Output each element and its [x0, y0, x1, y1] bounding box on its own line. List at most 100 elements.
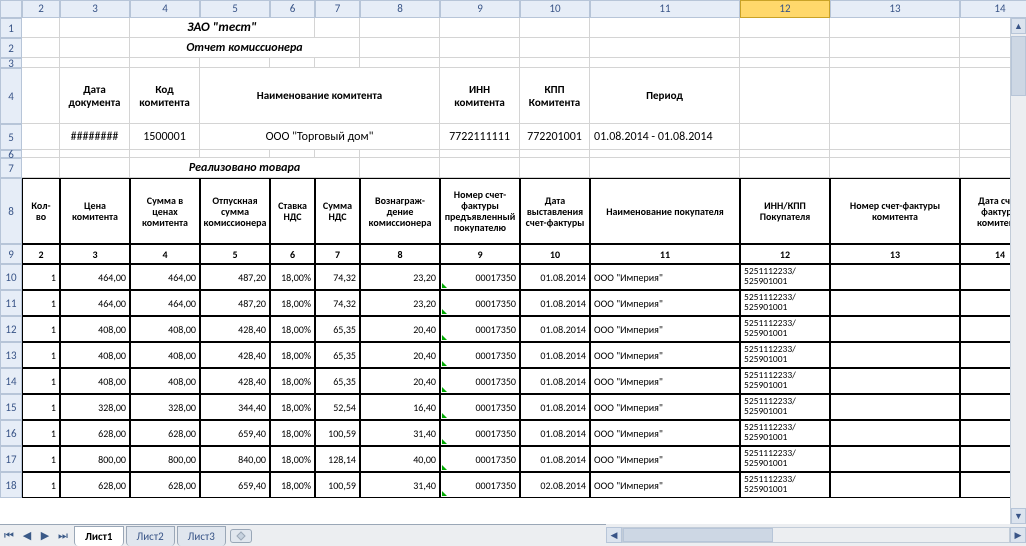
- row-header[interactable]: 14: [0, 368, 22, 394]
- cell-buyer-inn[interactable]: 5251112233/ 525901001: [740, 264, 830, 290]
- cell-price[interactable]: 408,00: [60, 342, 130, 368]
- column-header[interactable]: 8: [360, 0, 440, 18]
- cell-sf-kom-num[interactable]: [830, 394, 960, 420]
- cell-sum[interactable]: 628,00: [130, 420, 200, 446]
- row-header[interactable]: 11: [0, 290, 22, 316]
- cell-buyer[interactable]: ООО "Империя": [590, 394, 740, 420]
- cell-sf-date[interactable]: 01.08.2014: [520, 342, 590, 368]
- cell-buyer[interactable]: ООО "Империя": [590, 290, 740, 316]
- cell-sf-num[interactable]: 00017350: [440, 420, 520, 446]
- cell-vat-rate[interactable]: 18,00%: [270, 420, 315, 446]
- cell-sf-date[interactable]: 01.08.2014: [520, 316, 590, 342]
- cell-qty[interactable]: 1: [22, 394, 60, 420]
- cell-reward[interactable]: 16,40: [360, 394, 440, 420]
- cell-sum[interactable]: 628,00: [130, 472, 200, 498]
- cell-price[interactable]: 408,00: [60, 368, 130, 394]
- cell-price[interactable]: 464,00: [60, 290, 130, 316]
- cell-vat-rate[interactable]: 18,00%: [270, 394, 315, 420]
- cell-sf-num[interactable]: 00017350: [440, 394, 520, 420]
- cell-vat-sum[interactable]: 74,32: [315, 264, 360, 290]
- nav-prev-icon[interactable]: ◀: [19, 528, 35, 544]
- cell-buyer-inn[interactable]: 5251112233/ 525901001: [740, 290, 830, 316]
- cell-sf-date[interactable]: 01.08.2014: [520, 290, 590, 316]
- cell-sf-kom-num[interactable]: [830, 342, 960, 368]
- select-all-corner[interactable]: [0, 0, 22, 18]
- cell-sum[interactable]: 408,00: [130, 342, 200, 368]
- cell-sum[interactable]: 408,00: [130, 368, 200, 394]
- cell-qty[interactable]: 1: [22, 446, 60, 472]
- cell-sf-date[interactable]: 02.08.2014: [520, 472, 590, 498]
- row-header[interactable]: 3: [0, 58, 22, 68]
- column-header[interactable]: 14: [960, 0, 1026, 18]
- cell-reward[interactable]: 20,40: [360, 342, 440, 368]
- cell-reward[interactable]: 20,40: [360, 368, 440, 394]
- cell-vat-sum[interactable]: 65,35: [315, 316, 360, 342]
- row-header[interactable]: 15: [0, 394, 22, 420]
- cell-buyer-inn[interactable]: 5251112233/ 525901001: [740, 394, 830, 420]
- cell-release-sum[interactable]: 428,40: [200, 368, 270, 394]
- cell-sf-date[interactable]: 01.08.2014: [520, 394, 590, 420]
- cell-vat-rate[interactable]: 18,00%: [270, 342, 315, 368]
- cell-sf-kom-num[interactable]: [830, 446, 960, 472]
- cell-sum[interactable]: 408,00: [130, 316, 200, 342]
- row-header[interactable]: 9: [0, 244, 22, 264]
- cell-reward[interactable]: 23,20: [360, 290, 440, 316]
- cell-price[interactable]: 328,00: [60, 394, 130, 420]
- row-header[interactable]: 16: [0, 420, 22, 446]
- row-header[interactable]: 4: [0, 68, 22, 124]
- add-sheet-button[interactable]: [230, 529, 252, 543]
- nav-last-icon[interactable]: ⏭: [55, 528, 71, 544]
- row-header[interactable]: 1: [0, 18, 22, 38]
- column-header[interactable]: 13: [830, 0, 960, 18]
- cell-reward[interactable]: 31,40: [360, 420, 440, 446]
- scrollbar-vertical[interactable]: ▲ ▼: [1010, 18, 1026, 524]
- column-header[interactable]: 4: [130, 0, 200, 18]
- row-header[interactable]: 2: [0, 38, 22, 58]
- column-header[interactable]: 10: [520, 0, 590, 18]
- cell-sf-kom-num[interactable]: [830, 264, 960, 290]
- cell-qty[interactable]: 1: [22, 420, 60, 446]
- cell-vat-sum[interactable]: 100,59: [315, 420, 360, 446]
- cell-release-sum[interactable]: 344,40: [200, 394, 270, 420]
- cell-sf-num[interactable]: 00017350: [440, 446, 520, 472]
- cell-buyer[interactable]: ООО "Империя": [590, 264, 740, 290]
- row-header[interactable]: 7: [0, 158, 22, 178]
- row-header[interactable]: 6: [0, 150, 22, 158]
- cell-buyer-inn[interactable]: 5251112233/ 525901001: [740, 446, 830, 472]
- cell-reward[interactable]: 40,00: [360, 446, 440, 472]
- cell-vat-sum[interactable]: 65,35: [315, 342, 360, 368]
- cell-release-sum[interactable]: 487,20: [200, 264, 270, 290]
- sheet-tab[interactable]: Лист2: [126, 526, 175, 546]
- cell-buyer[interactable]: ООО "Империя": [590, 472, 740, 498]
- cell-buyer-inn[interactable]: 5251112233/ 525901001: [740, 342, 830, 368]
- cell-sf-kom-num[interactable]: [830, 316, 960, 342]
- cell-buyer[interactable]: ООО "Империя": [590, 420, 740, 446]
- cell-buyer-inn[interactable]: 5251112233/ 525901001: [740, 316, 830, 342]
- cell-sf-num[interactable]: 00017350: [440, 316, 520, 342]
- scroll-left-icon[interactable]: ◀: [606, 527, 622, 543]
- scroll-down-icon[interactable]: ▼: [1011, 508, 1026, 524]
- cell-price[interactable]: 408,00: [60, 316, 130, 342]
- cell-buyer[interactable]: ООО "Империя": [590, 342, 740, 368]
- cell-sf-date[interactable]: 01.08.2014: [520, 446, 590, 472]
- cell-release-sum[interactable]: 428,40: [200, 316, 270, 342]
- cell-release-sum[interactable]: 659,40: [200, 472, 270, 498]
- cell-vat-rate[interactable]: 18,00%: [270, 290, 315, 316]
- cell-buyer-inn[interactable]: 5251112233/ 525901001: [740, 420, 830, 446]
- cell-qty[interactable]: 1: [22, 290, 60, 316]
- nav-next-icon[interactable]: ▶: [37, 528, 53, 544]
- cell-price[interactable]: 464,00: [60, 264, 130, 290]
- cell-sf-kom-num[interactable]: [830, 420, 960, 446]
- cell-release-sum[interactable]: 428,40: [200, 342, 270, 368]
- cell-qty[interactable]: 1: [22, 316, 60, 342]
- sheet-tab[interactable]: Лист1: [74, 526, 124, 546]
- sheet-tab[interactable]: Лист3: [177, 526, 226, 546]
- cell-buyer-inn[interactable]: 5251112233/ 525901001: [740, 368, 830, 394]
- row-header[interactable]: 5: [0, 124, 22, 150]
- cell-vat-rate[interactable]: 18,00%: [270, 472, 315, 498]
- cell-release-sum[interactable]: 840,00: [200, 446, 270, 472]
- column-header[interactable]: 12: [740, 0, 830, 18]
- cell-buyer-inn[interactable]: 5251112233/ 525901001: [740, 472, 830, 498]
- cell-price[interactable]: 628,00: [60, 420, 130, 446]
- cell-vat-rate[interactable]: 18,00%: [270, 446, 315, 472]
